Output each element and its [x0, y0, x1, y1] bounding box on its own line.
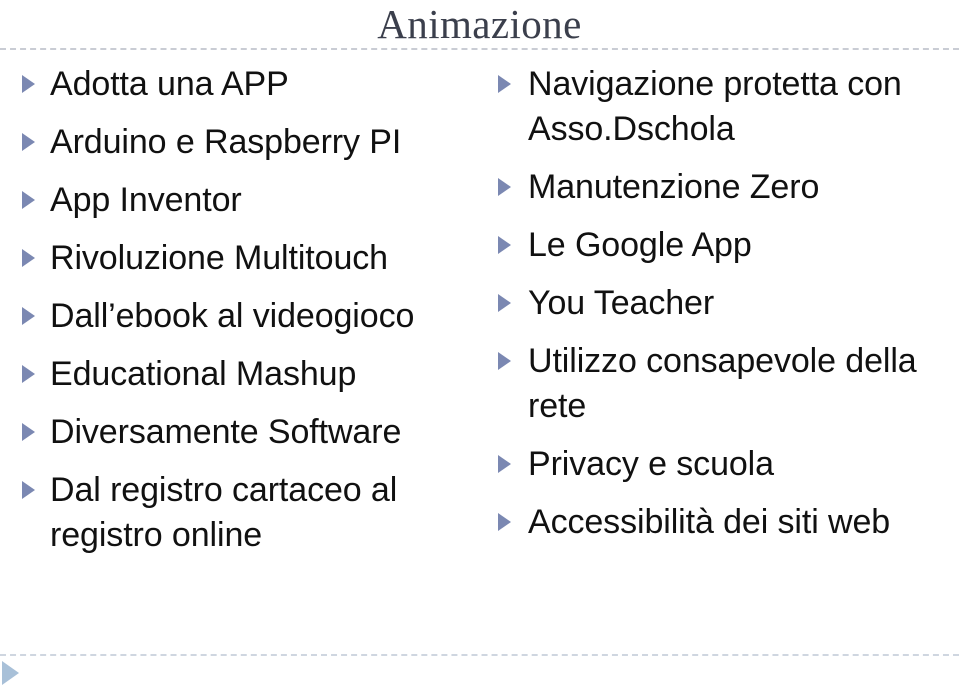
bullet-triangle-icon	[22, 75, 35, 93]
list-item[interactable]: Le Google App	[488, 223, 959, 268]
list-item-label: Utilizzo consapevole della rete	[528, 342, 917, 425]
list-item[interactable]: You Teacher	[488, 281, 959, 326]
page-title: Animazione	[377, 1, 582, 47]
bullet-triangle-icon	[498, 236, 511, 254]
divider-bottom	[0, 654, 959, 656]
bullet-triangle-icon	[22, 249, 35, 267]
slide: Animazione Adotta una APP Arduino e Rasp…	[0, 0, 959, 691]
divider-top	[0, 48, 959, 50]
play-triangle-icon	[2, 661, 19, 685]
list-item[interactable]: Dal registro cartaceo al registro online	[10, 468, 480, 558]
bullet-triangle-icon	[22, 191, 35, 209]
list-item[interactable]: Adotta una APP	[10, 62, 480, 107]
list-item-label: Arduino e Raspberry PI	[50, 123, 402, 161]
list-item-label: Educational Mashup	[50, 355, 357, 393]
left-column: Adotta una APP Arduino e Raspberry PI Ap…	[0, 62, 480, 558]
footer-nav-button[interactable]	[2, 661, 24, 687]
right-bullet-list: Navigazione protetta con Asso.Dschola Ma…	[488, 62, 959, 545]
list-item-label: Rivoluzione Multitouch	[50, 239, 388, 277]
list-item[interactable]: Dall’ebook al videogioco	[10, 294, 480, 339]
list-item[interactable]: Arduino e Raspberry PI	[10, 120, 480, 165]
bullet-triangle-icon	[498, 75, 511, 93]
bullet-triangle-icon	[22, 133, 35, 151]
list-item-label: Adotta una APP	[50, 65, 289, 103]
list-item-label: Privacy e scuola	[528, 445, 774, 483]
slide-body: Adotta una APP Arduino e Raspberry PI Ap…	[0, 62, 959, 622]
list-item-label: Navigazione protetta con Asso.Dschola	[528, 65, 902, 148]
list-item-label: Diversamente Software	[50, 413, 402, 451]
bullet-triangle-icon	[22, 423, 35, 441]
slide-title-area: Animazione	[0, 0, 959, 48]
bullet-triangle-icon	[498, 455, 511, 473]
bullet-triangle-icon	[498, 178, 511, 196]
list-item-label: Dall’ebook al videogioco	[50, 297, 415, 335]
list-item[interactable]: Diversamente Software	[10, 410, 480, 455]
list-item[interactable]: Educational Mashup	[10, 352, 480, 397]
list-item[interactable]: Utilizzo consapevole della rete	[488, 339, 959, 429]
bullet-triangle-icon	[22, 365, 35, 383]
bullet-triangle-icon	[22, 307, 35, 325]
list-item[interactable]: App Inventor	[10, 178, 480, 223]
list-item[interactable]: Accessibilità dei siti web	[488, 500, 959, 545]
list-item[interactable]: Manutenzione Zero	[488, 165, 959, 210]
left-bullet-list: Adotta una APP Arduino e Raspberry PI Ap…	[10, 62, 480, 558]
bullet-triangle-icon	[498, 294, 511, 312]
list-item[interactable]: Rivoluzione Multitouch	[10, 236, 480, 281]
bullet-triangle-icon	[498, 352, 511, 370]
list-item-label: You Teacher	[528, 284, 715, 322]
list-item-label: Manutenzione Zero	[528, 168, 820, 206]
list-item[interactable]: Navigazione protetta con Asso.Dschola	[488, 62, 959, 152]
list-item-label: App Inventor	[50, 181, 242, 219]
bullet-triangle-icon	[22, 481, 35, 499]
list-item-label: Accessibilità dei siti web	[528, 503, 891, 541]
bullet-triangle-icon	[498, 513, 511, 531]
list-item[interactable]: Privacy e scuola	[488, 442, 959, 487]
list-item-label: Le Google App	[528, 226, 752, 264]
list-item-label: Dal registro cartaceo al registro online	[50, 471, 398, 554]
right-column: Navigazione protetta con Asso.Dschola Ma…	[480, 62, 959, 545]
